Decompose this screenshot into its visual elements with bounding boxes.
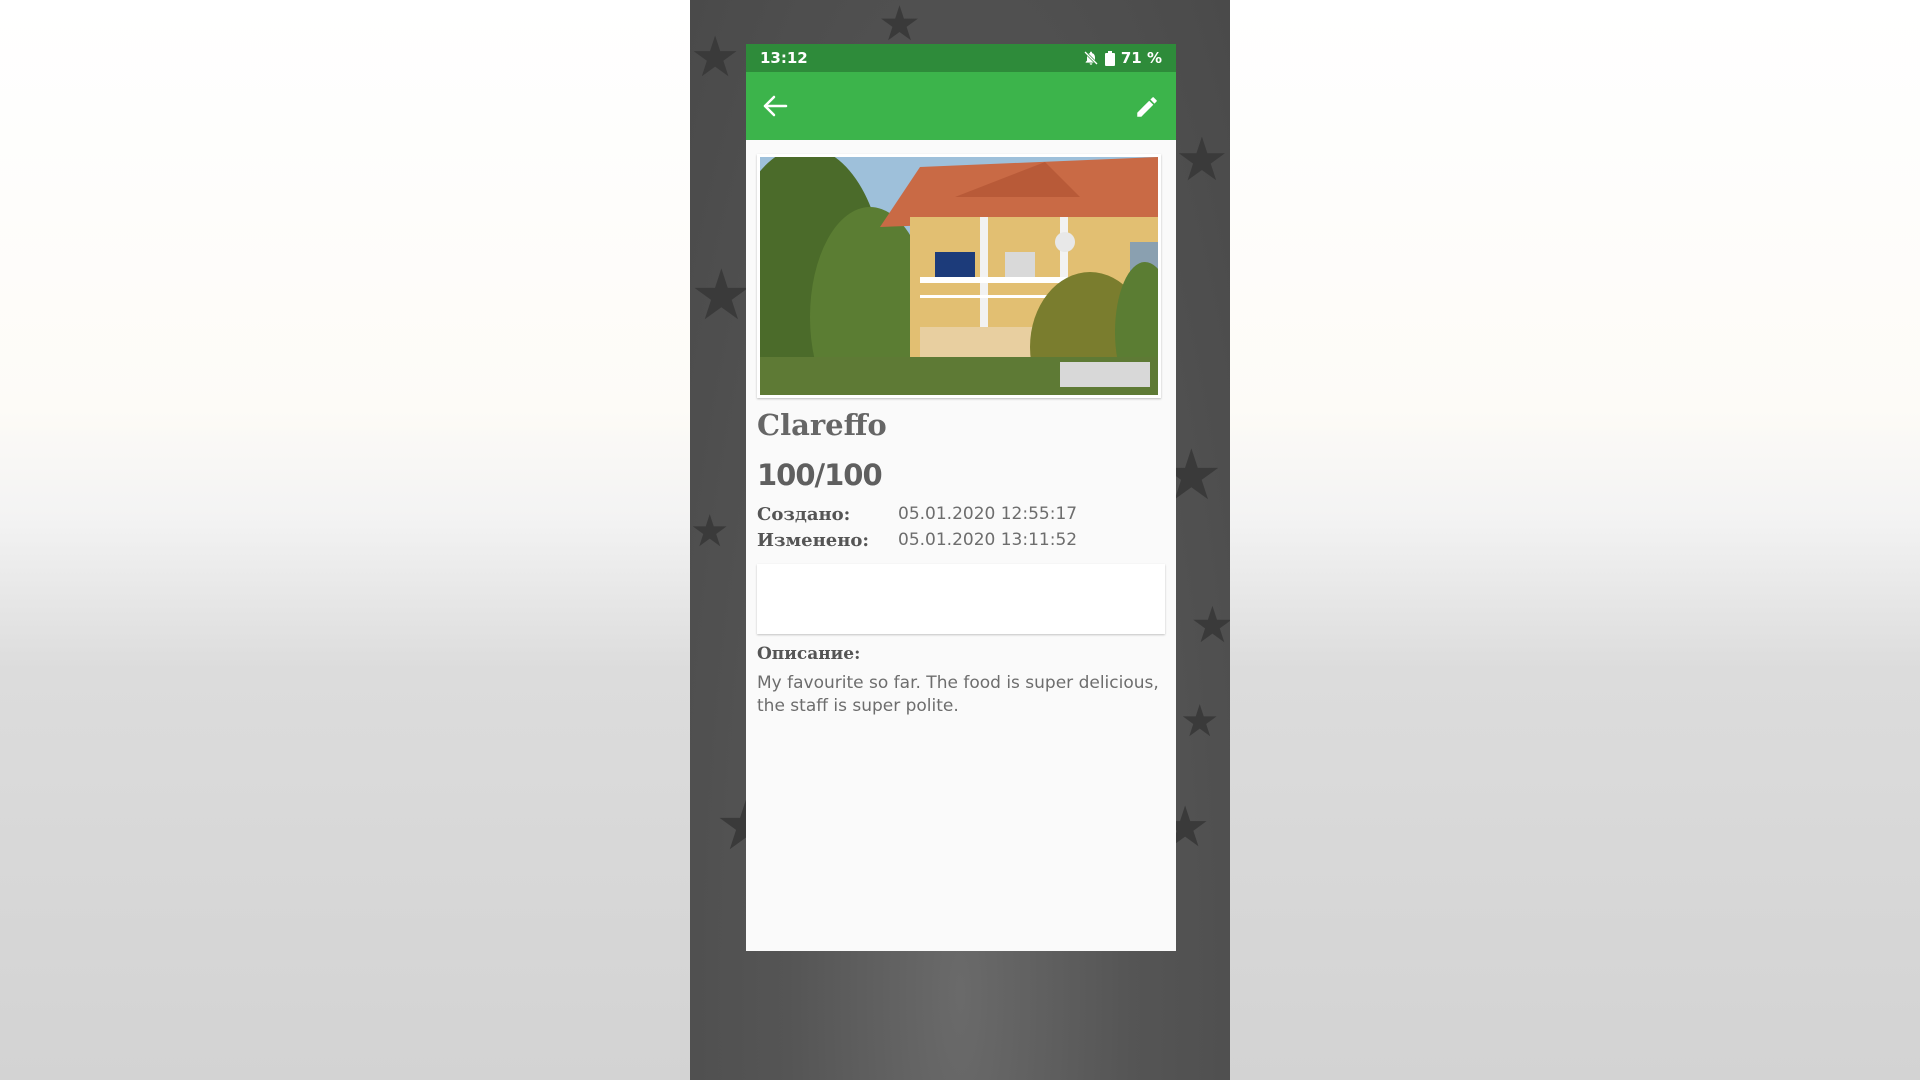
battery-percent: 71 %	[1120, 49, 1162, 67]
background-star: ★	[1175, 125, 1229, 195]
background-star: ★	[690, 506, 730, 557]
back-arrow-icon	[763, 95, 788, 117]
status-time: 13:12	[760, 49, 808, 67]
edit-pencil-icon	[1137, 97, 1157, 117]
background-star: ★	[690, 25, 741, 90]
app-bar	[746, 72, 1176, 140]
back-button[interactable]	[762, 94, 790, 118]
background-star: ★	[690, 254, 753, 336]
created-value: 05.01.2020 12:55:17	[898, 504, 1078, 524]
description-label: Описание:	[757, 644, 861, 664]
status-bar: 13:12 71 %	[746, 44, 1176, 72]
phone-screen: 13:12 71 % Clareffo 100/100 Создано: 05.…	[746, 44, 1176, 951]
background-star: ★	[1190, 596, 1230, 654]
house-photo[interactable]	[760, 157, 1158, 395]
description-text: My favourite so far. The food is super d…	[757, 673, 1159, 716]
background-star: ★	[1180, 696, 1220, 747]
photo-card[interactable]	[757, 154, 1161, 398]
background-star: ★	[878, 0, 922, 52]
status-icons: 71 %	[1083, 49, 1162, 67]
entry-score: 100/100	[757, 458, 883, 492]
battery-icon	[1104, 50, 1115, 66]
created-label: Создано:	[757, 504, 851, 525]
bell-off-icon	[1083, 50, 1099, 66]
entry-title: Clareffo	[757, 408, 887, 442]
edit-button[interactable]	[1134, 94, 1160, 120]
modified-label: Изменено:	[757, 530, 870, 551]
empty-card	[757, 564, 1165, 634]
modified-value: 05.01.2020 13:11:52	[898, 530, 1078, 550]
